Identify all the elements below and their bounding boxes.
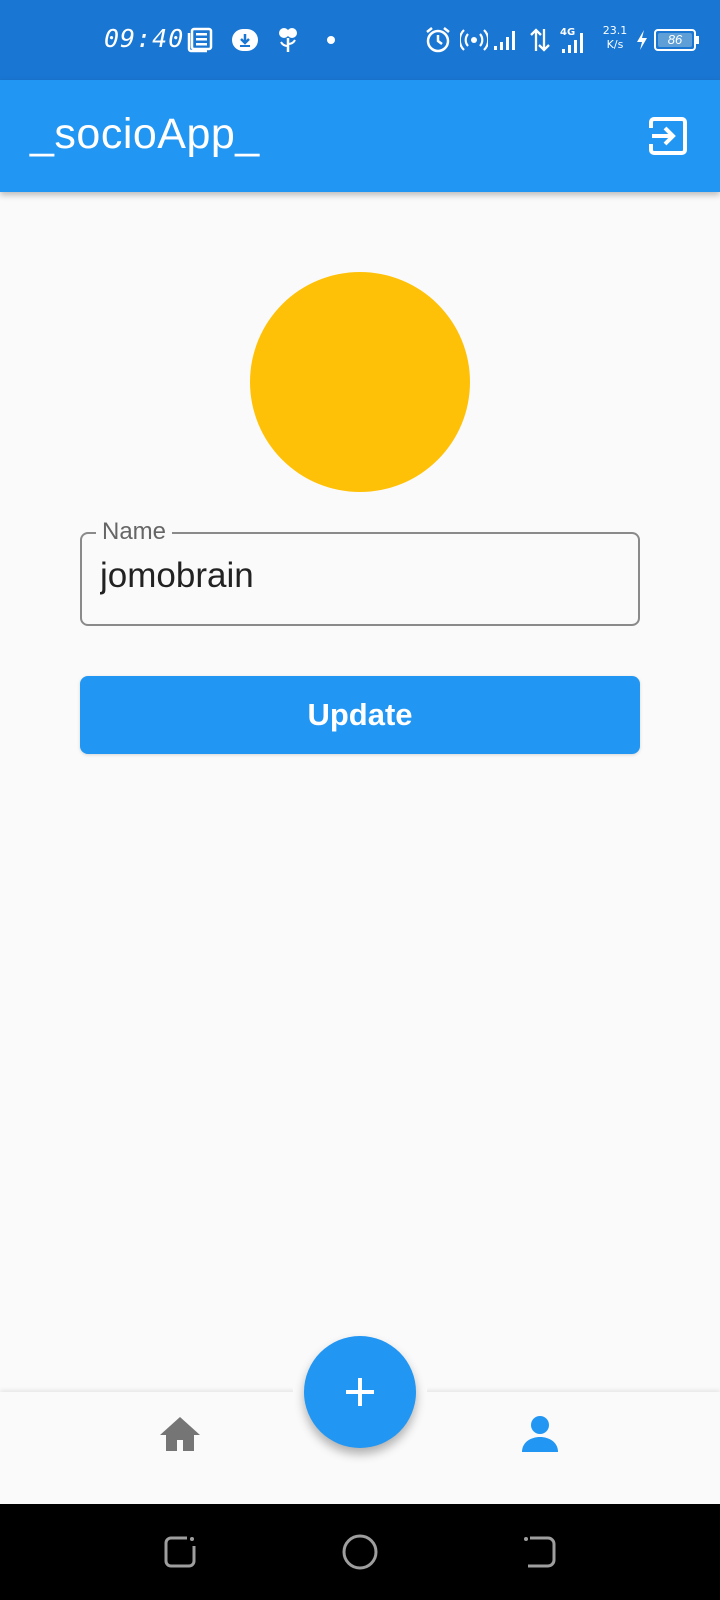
home-icon: [160, 1417, 200, 1451]
update-button[interactable]: Update: [80, 676, 640, 754]
add-icon: [346, 1378, 374, 1406]
charging-icon: [634, 24, 650, 56]
app-title: _socioApp_: [30, 110, 260, 158]
recent-apps-button[interactable]: [158, 1530, 202, 1574]
back-icon: [524, 1536, 556, 1568]
alarm-icon: [424, 24, 452, 56]
hotspot-icon: [460, 24, 488, 56]
person-icon: [522, 1416, 558, 1452]
status-time: 09:40: [104, 24, 185, 53]
dot-icon: [326, 24, 336, 56]
name-input[interactable]: [100, 556, 620, 596]
system-navigation-bar: [0, 1504, 720, 1600]
battery-icon: 86: [654, 29, 699, 51]
download-icon: [230, 24, 260, 56]
data-arrows-icon: [528, 24, 552, 56]
avatar[interactable]: [250, 272, 470, 492]
battery-level: 86: [667, 32, 683, 47]
signal-icon: [492, 24, 520, 56]
network-speed: 23.1 K/s: [602, 24, 628, 51]
home-system-button[interactable]: [338, 1530, 382, 1574]
status-bar: 09:40 4G 23.1 K/s 86: [0, 0, 720, 80]
flower-icon: [276, 24, 300, 56]
svg-text:4G: 4G: [560, 27, 575, 38]
name-field[interactable]: Name: [80, 518, 640, 626]
recent-apps-icon: [164, 1536, 196, 1568]
home-circle-icon: [342, 1534, 378, 1570]
nav-home-button[interactable]: [156, 1410, 204, 1458]
add-post-fab[interactable]: [304, 1336, 416, 1448]
nav-profile-button[interactable]: [516, 1410, 564, 1458]
name-label: Name: [96, 518, 173, 546]
news-icon: [186, 24, 214, 56]
logout-icon: [648, 117, 687, 155]
logout-button[interactable]: [646, 114, 690, 158]
back-button[interactable]: [518, 1530, 562, 1574]
signal-4g-icon: 4G: [558, 24, 588, 56]
app-bar: _socioApp_: [0, 80, 720, 192]
